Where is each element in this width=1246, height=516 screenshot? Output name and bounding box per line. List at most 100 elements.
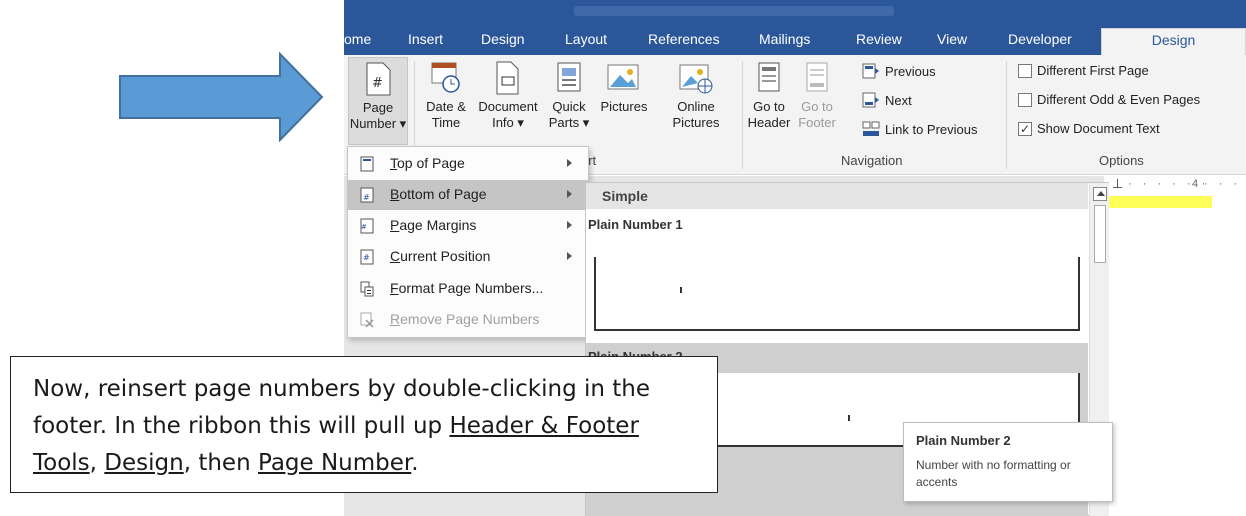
top-of-page-icon — [360, 156, 374, 172]
quick-parts-label-1: Quick — [552, 99, 586, 114]
different-first-page-label: Different First Page — [1037, 63, 1149, 78]
online-pictures-button[interactable]: Online Pictures — [654, 57, 738, 131]
horizontal-ruler: ⊥ · · · · · · 4 · · · — [1104, 176, 1246, 194]
page-number-label-2: Number ▾ — [349, 116, 407, 131]
scroll-up-icon[interactable] — [1093, 187, 1107, 201]
show-document-text-check[interactable]: ✓ — [1018, 121, 1032, 136]
tab-home[interactable]: ome — [344, 28, 371, 56]
tab-design-doc[interactable]: Design — [481, 28, 525, 56]
link-to-previous-button[interactable]: Link to Previous — [862, 121, 978, 137]
svg-text:#: # — [363, 193, 370, 202]
page-number-button[interactable]: # Page Number ▾ — [348, 57, 408, 145]
svg-text:#: # — [372, 76, 383, 91]
menu-label-format-page-numbers: ormat Page Numbers... — [398, 280, 544, 296]
tab-view[interactable]: View — [937, 28, 967, 56]
menu-item-current-position[interactable]: # Current Position — [348, 242, 588, 272]
next-button[interactable]: Next — [862, 92, 912, 108]
page-number-placeholder — [848, 415, 850, 421]
current-position-icon: # — [360, 249, 374, 265]
tab-review[interactable]: Review — [856, 28, 902, 56]
instruction-separator: , — [89, 450, 105, 476]
next-label: Next — [885, 92, 912, 108]
go-to-footer-button[interactable]: Go to Footer — [794, 57, 840, 131]
menu-label-current-position: urrent Position — [400, 248, 491, 264]
document-info-label-2: Info ▾ — [492, 115, 524, 130]
tab-layout[interactable]: Layout — [565, 28, 607, 56]
different-odd-even-label: Different Odd & Even Pages — [1037, 92, 1201, 107]
document-info-label-1: Document — [478, 99, 538, 114]
quick-parts-button[interactable]: Quick Parts ▾ — [544, 57, 594, 131]
menu-item-remove-page-numbers[interactable]: Remove Page Numbers — [348, 305, 588, 335]
quick-parts-label-2: Parts ▾ — [548, 115, 590, 130]
svg-text:#: # — [363, 253, 370, 262]
title-bar — [344, 0, 1246, 22]
tab-developer[interactable]: Developer — [1008, 28, 1072, 56]
group-label-navigation: Navigation — [841, 153, 903, 168]
go-to-header-label-1: Go to — [753, 99, 785, 114]
page-number-placeholder — [680, 287, 682, 293]
submenu-arrow-icon — [567, 190, 572, 198]
go-to-footer-label-1: Go to — [801, 99, 833, 114]
bottom-of-page-icon: # — [360, 187, 374, 203]
pictures-button[interactable]: Pictures — [594, 57, 654, 115]
document-page — [1104, 176, 1246, 516]
show-document-text-checkbox[interactable]: ✓ Show Document Text — [1018, 121, 1160, 136]
page-number-icon: # — [366, 62, 391, 96]
go-to-footer-label-2: Footer — [798, 115, 836, 130]
tooltip-description: Number with no formatting or accents — [916, 458, 1071, 489]
different-odd-even-check[interactable] — [1018, 92, 1032, 107]
menu-item-format-page-numbers[interactable]: Format Page Numbers... — [348, 274, 588, 304]
pictures-icon — [607, 64, 639, 90]
go-to-header-button[interactable]: Go to Header — [746, 57, 792, 131]
document-info-icon — [496, 61, 519, 95]
scroll-thumb[interactable] — [1094, 205, 1106, 263]
instruction-text: Now, reinsert page numbers by double-cli… — [33, 371, 705, 482]
instruction-link-page-number: Page Number — [257, 450, 412, 476]
tab-insert[interactable]: Insert — [408, 28, 443, 56]
gallery-item-title: Plain Number 1 — [588, 217, 683, 232]
tooltip-title: Plain Number 2 — [916, 433, 1011, 448]
tab-mailings[interactable]: Mailings — [759, 28, 810, 56]
menu-accel-r: R — [390, 311, 401, 327]
svg-text:#: # — [361, 223, 367, 231]
calendar-clock-icon — [431, 62, 460, 93]
different-first-page-check[interactable] — [1018, 63, 1032, 78]
gallery-item-plain-number-1[interactable] — [594, 257, 1080, 331]
menu-accel-p: P — [390, 217, 400, 233]
tab-references[interactable]: References — [648, 28, 720, 56]
menu-label-remove-page-numbers: emove Page Numbers — [400, 311, 540, 327]
document-info-button[interactable]: Document Info ▾ — [474, 57, 542, 131]
page-number-menu: Top of Page # Bottom of Page # Page Marg… — [347, 146, 589, 338]
remove-page-numbers-icon — [360, 312, 374, 328]
menu-accel-b: B — [390, 186, 400, 202]
menu-item-top-of-page[interactable]: Top of Page — [348, 149, 588, 179]
online-pictures-label-1: Online — [677, 99, 715, 114]
go-to-header-label-2: Header — [747, 115, 791, 130]
date-time-button[interactable]: Date & Time — [416, 57, 476, 131]
submenu-arrow-icon — [567, 252, 572, 260]
gallery-section-header: Simple — [586, 183, 1088, 209]
instruction-period: . — [411, 450, 419, 476]
online-pictures-icon — [679, 64, 713, 94]
different-odd-even-checkbox[interactable]: Different Odd & Even Pages — [1018, 92, 1200, 107]
different-first-page-checkbox[interactable]: Different First Page — [1018, 63, 1149, 78]
previous-label: Previous — [885, 63, 936, 79]
group-label-options: Options — [1099, 153, 1144, 168]
show-document-text-label: Show Document Text — [1037, 121, 1160, 136]
date-time-label-2: Time — [431, 115, 461, 130]
go-to-header-icon — [758, 62, 780, 92]
gallery-section-label: Simple — [602, 188, 648, 204]
ribbon-tab-bar: ome Insert Design Layout References Mail… — [344, 0, 1246, 56]
link-to-previous-icon — [862, 121, 880, 136]
menu-label-top-of-page: op of Page — [397, 155, 465, 171]
menu-label-page-margins: age Margins — [399, 217, 477, 233]
menu-item-page-margins[interactable]: # Page Margins — [348, 211, 588, 241]
next-section-icon — [862, 92, 879, 108]
menu-accel-f: F — [390, 280, 399, 296]
menu-item-bottom-of-page[interactable]: # Bottom of Page — [348, 180, 588, 210]
previous-button[interactable]: Previous — [862, 63, 936, 79]
tab-header-footer-design[interactable]: Design — [1101, 28, 1246, 56]
instruction-separator: , then — [183, 450, 258, 476]
previous-section-icon — [862, 63, 879, 79]
submenu-arrow-icon — [567, 221, 572, 229]
